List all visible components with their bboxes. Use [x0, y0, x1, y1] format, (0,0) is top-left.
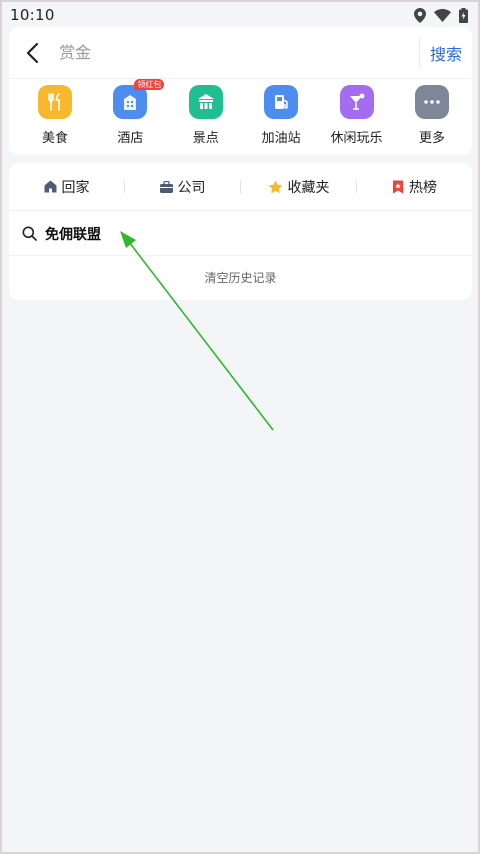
status-bar: 10:10: [2, 2, 478, 28]
category-label: 美食: [41, 131, 68, 146]
category-label: 更多: [418, 131, 445, 146]
quick-link-company[interactable]: 公司: [125, 177, 240, 197]
category-scenic[interactable]: 景点: [178, 85, 234, 151]
category-label: 加油站: [261, 131, 301, 146]
quick-link-label: 收藏夹: [287, 179, 330, 196]
fork-knife-icon: [38, 85, 72, 119]
quick-link-home[interactable]: 回家: [9, 177, 124, 197]
briefcase-icon: [159, 180, 173, 193]
category-label: 休闲玩乐: [330, 131, 383, 146]
category-leisure[interactable]: 休闲玩乐: [329, 85, 385, 151]
category-more[interactable]: 更多: [404, 85, 460, 151]
home-icon: [44, 180, 56, 193]
wifi-icon: [434, 8, 451, 22]
quick-link-favorites[interactable]: 收藏夹: [241, 177, 356, 197]
search-button[interactable]: 搜索: [420, 33, 472, 73]
back-button[interactable]: [9, 27, 55, 79]
chevron-left-icon: [26, 42, 39, 63]
clear-history-button[interactable]: 清空历史记录: [9, 257, 472, 297]
search-input[interactable]: [55, 34, 419, 71]
search-icon: [22, 226, 37, 241]
category-food[interactable]: 美食: [27, 85, 83, 151]
category-label: 酒店: [117, 131, 144, 146]
category-hotel[interactable]: 领红包 酒店: [102, 79, 165, 151]
quick-link-hot-list[interactable]: 热榜: [357, 177, 472, 197]
quick-link-label: 热榜: [409, 179, 437, 196]
category-gas-station[interactable]: 加油站: [253, 85, 309, 151]
landmark-icon: [188, 85, 223, 119]
cocktail-icon: [339, 85, 374, 119]
category-row: 美食 领红包 酒店 景点 加油站 休闲玩乐 更多: [9, 79, 472, 151]
bookmark-icon: [393, 180, 403, 193]
search-bar: 搜索: [9, 27, 472, 79]
red-packet-badge: 领红包: [134, 79, 165, 90]
quick-link-label: 公司: [177, 179, 206, 196]
more-icon: [414, 85, 449, 119]
quick-link-label: 回家: [61, 179, 90, 196]
battery-icon: [459, 7, 468, 23]
history-card: 回家 公司 收藏夹 热榜 免佣联盟 清空历史记录: [9, 163, 472, 300]
status-icons: [414, 7, 468, 23]
star-icon: [268, 180, 282, 193]
fuel-icon: [264, 85, 299, 119]
status-time: 10:10: [10, 6, 55, 24]
location-icon: [414, 7, 426, 23]
history-item[interactable]: 免佣联盟: [9, 212, 472, 256]
quick-links-row: 回家 公司 收藏夹 热榜: [9, 163, 472, 211]
history-item-text: 免佣联盟: [45, 226, 101, 243]
hotel-icon: [113, 85, 148, 119]
search-card: 搜索 美食 领红包 酒店 景点 加油站: [9, 27, 472, 155]
category-label: 景点: [192, 131, 219, 146]
